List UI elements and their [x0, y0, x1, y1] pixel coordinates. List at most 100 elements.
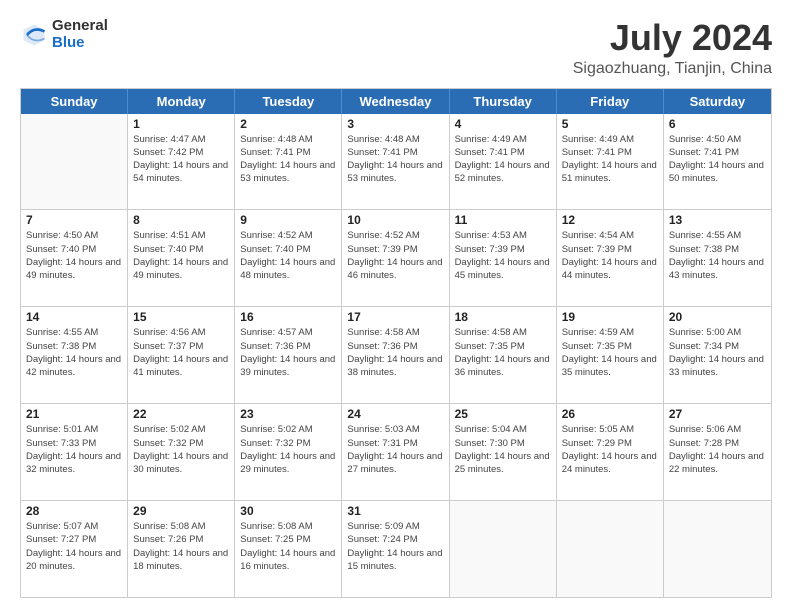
day-info: Sunrise: 4:47 AMSunset: 7:42 PMDaylight:… — [133, 133, 229, 186]
calendar-cell: 26 Sunrise: 5:05 AMSunset: 7:29 PMDayligh… — [557, 404, 664, 500]
calendar-week: 7 Sunrise: 4:50 AMSunset: 7:40 PMDaylight… — [21, 209, 771, 306]
day-number: 7 — [26, 213, 122, 227]
calendar-cell: 25 Sunrise: 5:04 AMSunset: 7:30 PMDayligh… — [450, 404, 557, 500]
calendar-cell: 20Sunrise: 5:00 AMSunset: 7:34 PMDayligh… — [664, 307, 771, 403]
calendar-header-row: SundayMondayTuesdayWednesdayThursdayFrid… — [21, 89, 771, 114]
calendar: SundayMondayTuesdayWednesdayThursdayFrid… — [20, 88, 772, 598]
day-info: Sunrise: 4:49 AMSunset: 7:41 PMDaylight:… — [562, 133, 658, 186]
day-number: 23 — [240, 407, 336, 421]
calendar-cell: 30Sunrise: 5:08 AMSunset: 7:25 PMDayligh… — [235, 501, 342, 597]
day-number: 22 — [133, 407, 229, 421]
calendar-cell: 22Sunrise: 5:02 AMSunset: 7:32 PMDayligh… — [128, 404, 235, 500]
day-number: 8 — [133, 213, 229, 227]
logo-general: General — [52, 18, 108, 35]
calendar-cell: 23 Sunrise: 5:02 AMSunset: 7:32 PMDayligh… — [235, 404, 342, 500]
day-info: Sunrise: 5:02 AMSunset: 7:32 PMDaylight:… — [240, 423, 336, 476]
day-info: Sunrise: 5:03 AMSunset: 7:31 PMDaylight:… — [347, 423, 443, 476]
calendar-cell: 21 Sunrise: 5:01 AMSunset: 7:33 PMDayligh… — [21, 404, 128, 500]
calendar-week: 1 Sunrise: 4:47 AMSunset: 7:42 PMDaylight… — [21, 114, 771, 210]
day-info: Sunrise: 5:05 AMSunset: 7:29 PMDaylight:… — [562, 423, 658, 476]
day-number: 16 — [240, 310, 336, 324]
calendar-cell: 29 Sunrise: 5:08 AMSunset: 7:26 PMDayligh… — [128, 501, 235, 597]
day-number: 28 — [26, 504, 122, 518]
calendar-cell: 10Sunrise: 4:52 AMSunset: 7:39 PMDayligh… — [342, 210, 449, 306]
day-info: Sunrise: 4:50 AMSunset: 7:41 PMDaylight:… — [669, 133, 766, 186]
day-info: Sunrise: 5:01 AMSunset: 7:33 PMDaylight:… — [26, 423, 122, 476]
logo-icon — [20, 21, 48, 49]
day-info: Sunrise: 4:53 AMSunset: 7:39 PMDaylight:… — [455, 229, 551, 282]
subtitle: Sigaozhuang, Tianjin, China — [573, 60, 772, 78]
logo: General Blue — [20, 18, 108, 51]
calendar-cell: 16 Sunrise: 4:57 AMSunset: 7:36 PMDayligh… — [235, 307, 342, 403]
day-info: Sunrise: 4:52 AMSunset: 7:40 PMDaylight:… — [240, 229, 336, 282]
day-info: Sunrise: 4:57 AMSunset: 7:36 PMDaylight:… — [240, 326, 336, 379]
calendar-week: 21 Sunrise: 5:01 AMSunset: 7:33 PMDayligh… — [21, 403, 771, 500]
calendar-cell: 5 Sunrise: 4:49 AMSunset: 7:41 PMDaylight… — [557, 114, 664, 210]
day-of-week-header: Saturday — [664, 89, 771, 114]
logo-blue: Blue — [52, 35, 108, 52]
day-number: 6 — [669, 117, 766, 131]
day-number: 27 — [669, 407, 766, 421]
calendar-cell: 3Sunrise: 4:48 AMSunset: 7:41 PMDaylight… — [342, 114, 449, 210]
calendar-cell: 12Sunrise: 4:54 AMSunset: 7:39 PMDayligh… — [557, 210, 664, 306]
calendar-body: 1 Sunrise: 4:47 AMSunset: 7:42 PMDaylight… — [21, 114, 771, 597]
calendar-cell: 2 Sunrise: 4:48 AMSunset: 7:41 PMDaylight… — [235, 114, 342, 210]
calendar-cell: 31Sunrise: 5:09 AMSunset: 7:24 PMDayligh… — [342, 501, 449, 597]
day-info: Sunrise: 5:07 AMSunset: 7:27 PMDaylight:… — [26, 520, 122, 573]
day-number: 17 — [347, 310, 443, 324]
day-number: 14 — [26, 310, 122, 324]
day-number: 21 — [26, 407, 122, 421]
calendar-cell: 7 Sunrise: 4:50 AMSunset: 7:40 PMDaylight… — [21, 210, 128, 306]
day-number: 13 — [669, 213, 766, 227]
day-info: Sunrise: 4:49 AMSunset: 7:41 PMDaylight:… — [455, 133, 551, 186]
calendar-cell: 24 Sunrise: 5:03 AMSunset: 7:31 PMDayligh… — [342, 404, 449, 500]
day-number: 15 — [133, 310, 229, 324]
day-number: 29 — [133, 504, 229, 518]
day-number: 26 — [562, 407, 658, 421]
calendar-cell — [450, 501, 557, 597]
calendar-cell: 11 Sunrise: 4:53 AMSunset: 7:39 PMDayligh… — [450, 210, 557, 306]
calendar-cell — [21, 114, 128, 210]
day-number: 1 — [133, 117, 229, 131]
calendar-cell: 13Sunrise: 4:55 AMSunset: 7:38 PMDayligh… — [664, 210, 771, 306]
day-info: Sunrise: 4:50 AMSunset: 7:40 PMDaylight:… — [26, 229, 122, 282]
day-info: Sunrise: 5:04 AMSunset: 7:30 PMDaylight:… — [455, 423, 551, 476]
page: General Blue July 2024 Sigaozhuang, Tian… — [0, 0, 792, 612]
day-of-week-header: Thursday — [450, 89, 557, 114]
day-info: Sunrise: 4:52 AMSunset: 7:39 PMDaylight:… — [347, 229, 443, 282]
calendar-cell: 15 Sunrise: 4:56 AMSunset: 7:37 PMDayligh… — [128, 307, 235, 403]
day-number: 18 — [455, 310, 551, 324]
day-of-week-header: Friday — [557, 89, 664, 114]
day-number: 12 — [562, 213, 658, 227]
day-info: Sunrise: 4:56 AMSunset: 7:37 PMDaylight:… — [133, 326, 229, 379]
calendar-cell: 27Sunrise: 5:06 AMSunset: 7:28 PMDayligh… — [664, 404, 771, 500]
day-info: Sunrise: 4:58 AMSunset: 7:35 PMDaylight:… — [455, 326, 551, 379]
day-info: Sunrise: 4:51 AMSunset: 7:40 PMDaylight:… — [133, 229, 229, 282]
day-info: Sunrise: 4:55 AMSunset: 7:38 PMDaylight:… — [26, 326, 122, 379]
calendar-cell: 19 Sunrise: 4:59 AMSunset: 7:35 PMDayligh… — [557, 307, 664, 403]
calendar-cell: 1 Sunrise: 4:47 AMSunset: 7:42 PMDaylight… — [128, 114, 235, 210]
logo-text: General Blue — [52, 18, 108, 51]
day-info: Sunrise: 5:08 AMSunset: 7:26 PMDaylight:… — [133, 520, 229, 573]
day-info: Sunrise: 4:48 AMSunset: 7:41 PMDaylight:… — [347, 133, 443, 186]
header: General Blue July 2024 Sigaozhuang, Tian… — [20, 18, 772, 78]
calendar-cell: 4Sunrise: 4:49 AMSunset: 7:41 PMDaylight… — [450, 114, 557, 210]
day-info: Sunrise: 4:48 AMSunset: 7:41 PMDaylight:… — [240, 133, 336, 186]
day-number: 25 — [455, 407, 551, 421]
day-number: 5 — [562, 117, 658, 131]
day-of-week-header: Monday — [128, 89, 235, 114]
day-number: 11 — [455, 213, 551, 227]
day-number: 19 — [562, 310, 658, 324]
calendar-cell: 14 Sunrise: 4:55 AMSunset: 7:38 PMDayligh… — [21, 307, 128, 403]
day-number: 2 — [240, 117, 336, 131]
calendar-week: 28 Sunrise: 5:07 AMSunset: 7:27 PMDayligh… — [21, 500, 771, 597]
day-info: Sunrise: 5:09 AMSunset: 7:24 PMDaylight:… — [347, 520, 443, 573]
day-info: Sunrise: 4:59 AMSunset: 7:35 PMDaylight:… — [562, 326, 658, 379]
calendar-cell: 8 Sunrise: 4:51 AMSunset: 7:40 PMDaylight… — [128, 210, 235, 306]
day-number: 24 — [347, 407, 443, 421]
day-of-week-header: Tuesday — [235, 89, 342, 114]
calendar-cell — [664, 501, 771, 597]
title-block: July 2024 Sigaozhuang, Tianjin, China — [573, 18, 772, 78]
calendar-cell — [557, 501, 664, 597]
calendar-cell: 17Sunrise: 4:58 AMSunset: 7:36 PMDayligh… — [342, 307, 449, 403]
